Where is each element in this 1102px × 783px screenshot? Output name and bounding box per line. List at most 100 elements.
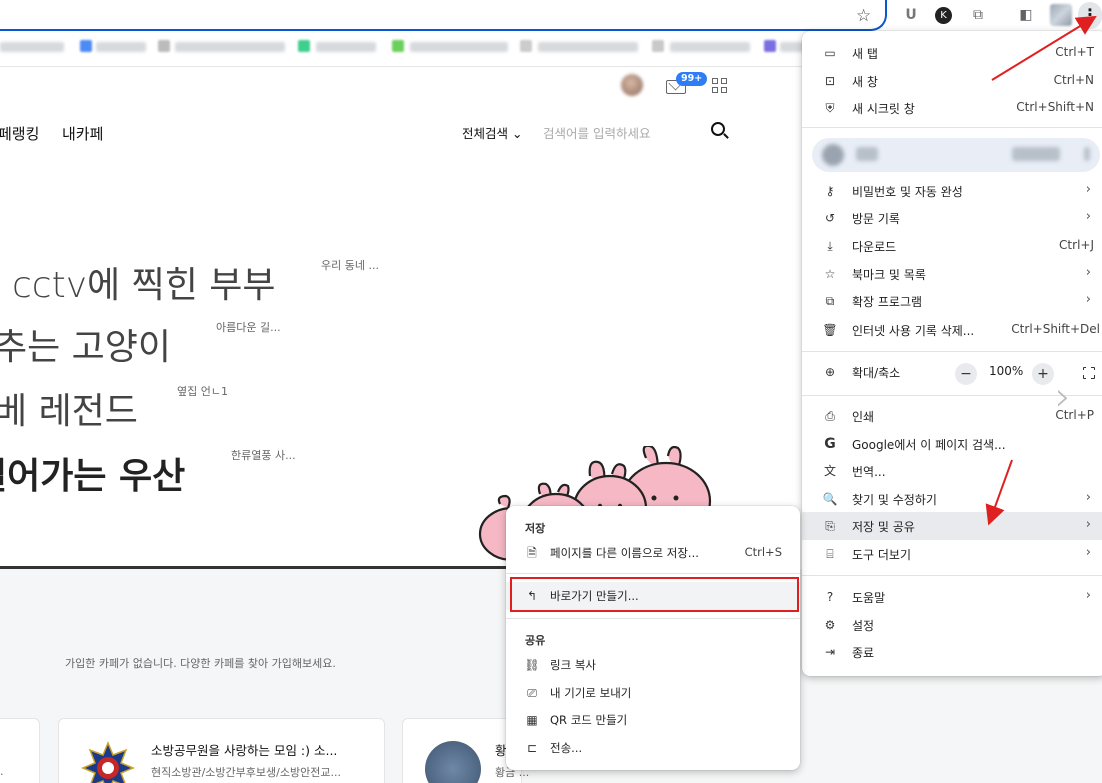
- search-scope-dropdown[interactable]: 전체검색 ⌄: [462, 123, 522, 142]
- bookmark-favicon: [520, 40, 532, 52]
- menu-item-more-tools[interactable]: ⌸ 도구 더보기 ›: [802, 540, 1102, 568]
- annotation-highlight-box: [510, 577, 799, 612]
- cafe-card[interactable]: 황 황금 ...: [402, 718, 529, 783]
- submenu-item-copy-link[interactable]: ⛓ 링크 복사: [506, 651, 800, 679]
- profile-extra-blurred: [1084, 147, 1090, 161]
- menu-item-help[interactable]: ? 도움말 ›: [802, 583, 1102, 611]
- extension-u-icon[interactable]: U: [901, 5, 921, 25]
- hero-tag-1[interactable]: 우리 동네 ...: [321, 257, 379, 273]
- menu-separator: [802, 127, 1102, 128]
- submenu-item-save-page-as[interactable]: 🗎 페이지를 다른 이름으로 저장... Ctrl+S: [506, 539, 800, 567]
- hero-title-3[interactable]: 베 레전드: [0, 382, 138, 434]
- menu-item-history[interactable]: ↺ 방문 기록 ›: [802, 204, 1102, 232]
- extensions-icon: ⧉: [825, 294, 835, 308]
- hero-title-1[interactable]: cctv에 찍힌 부부: [12, 256, 276, 308]
- bookmark-favicon: [764, 40, 776, 52]
- chevron-right-icon: ›: [1085, 490, 1091, 505]
- menu-item-bookmarks[interactable]: ☆ 북마크 및 목록 ›: [802, 260, 1102, 288]
- submenu-separator: [506, 618, 800, 619]
- cafe-card[interactable]: 소방공무원을 사랑하는 모임 :) 소... 현직소방관/소방간부후보생/소방안…: [58, 718, 385, 783]
- google-icon: G: [824, 436, 836, 452]
- devices-icon: ⎚: [527, 686, 537, 700]
- trash-icon: 🗑: [822, 323, 838, 337]
- menu-item-translate[interactable]: 文 번역...: [802, 457, 1102, 485]
- cafe-card[interactable]: ...: [0, 718, 40, 783]
- hero-title-2[interactable]: 추는 고양이: [0, 318, 171, 370]
- extensions-puzzle-icon[interactable]: ⧉: [968, 5, 988, 25]
- hero-tag-2[interactable]: 아름다운 길...: [216, 319, 281, 335]
- zoom-in-button[interactable]: +: [1032, 363, 1054, 385]
- menu-item-label: 설정: [852, 619, 875, 633]
- menu-item-shortcut: Ctrl+N: [1053, 73, 1094, 87]
- profile-email-blurred: [1012, 147, 1060, 161]
- bookmark-star-icon[interactable]: ☆: [856, 6, 871, 26]
- submenu-item-label: 링크 복사: [550, 658, 596, 672]
- hero-tag-3[interactable]: 옆집 언ㄴ1: [177, 383, 228, 399]
- hero-tag-4[interactable]: 한류열풍 사...: [231, 447, 296, 463]
- search-icon[interactable]: [711, 122, 725, 136]
- menu-item-label: 새 창: [852, 75, 878, 89]
- bookmark-favicon: [298, 40, 310, 52]
- address-bar[interactable]: [0, 0, 887, 31]
- menu-profile-row[interactable]: [812, 138, 1100, 172]
- bookmark-favicon: [652, 40, 664, 52]
- toolbar-divider: [0, 66, 810, 67]
- menu-item-find-edit[interactable]: 🔍 찾기 및 수정하기 ›: [802, 485, 1102, 513]
- bookmark-item[interactable]: [410, 42, 508, 52]
- menu-item-google-search[interactable]: G Google에서 이 페이지 검색...: [802, 430, 1102, 458]
- hero-title-4[interactable]: 걸어가는 우산: [0, 447, 185, 499]
- incognito-icon: ⛨: [825, 101, 835, 115]
- search-input[interactable]: 검색어를 입력하세요: [543, 123, 650, 142]
- profile-name-blurred: [856, 147, 878, 161]
- menu-item-label: 확장 프로그램: [852, 295, 923, 309]
- menu-item-clear-data[interactable]: 🗑 인터넷 사용 기록 삭제... Ctrl+Shift+Del: [802, 316, 1102, 344]
- bookmark-item[interactable]: [538, 42, 638, 52]
- menu-item-label: 찾기 및 수정하기: [852, 493, 937, 507]
- menu-item-new-tab[interactable]: ▭ 새 탭 Ctrl+T: [802, 39, 1102, 67]
- user-avatar[interactable]: [621, 74, 643, 96]
- nav-my-cafe[interactable]: 내카페: [62, 123, 103, 144]
- chevron-right-icon: ›: [1085, 182, 1091, 197]
- profile-avatar[interactable]: [1050, 4, 1072, 26]
- menu-item-label: 북마크 및 목록: [852, 268, 926, 282]
- submenu-separator: [506, 573, 800, 574]
- bookmark-item[interactable]: [670, 42, 750, 52]
- menu-item-shortcut: Ctrl+J: [1059, 238, 1094, 252]
- chrome-menu-button[interactable]: ⋮: [1078, 2, 1102, 29]
- zoom-out-button[interactable]: −: [955, 363, 977, 385]
- menu-item-shortcut: Ctrl+T: [1055, 45, 1094, 59]
- link-icon: ⛓: [524, 658, 540, 672]
- submenu-item-send-to-devices[interactable]: ⎚ 내 기기로 보내기: [506, 679, 800, 707]
- cast-icon: ⊏: [526, 741, 538, 755]
- zoom-icon: ⊕: [824, 365, 836, 379]
- menu-item-save-share[interactable]: ⎘ 저장 및 공유 ›: [802, 512, 1102, 540]
- menu-item-label: 비밀번호 및 자동 완성: [852, 185, 963, 199]
- menu-item-new-window[interactable]: ⊡ 새 창 Ctrl+N: [802, 67, 1102, 95]
- submenu-item-cast[interactable]: ⊏ 전송...: [506, 734, 800, 762]
- extension-k-icon[interactable]: K: [935, 7, 952, 24]
- find-icon: 🔍: [822, 492, 838, 506]
- menu-item-exit[interactable]: ⇥ 종료: [802, 638, 1102, 666]
- bookmark-item[interactable]: [175, 42, 285, 52]
- apps-grid-icon[interactable]: [712, 78, 728, 94]
- side-panel-icon[interactable]: ◧: [1016, 5, 1036, 25]
- nav-cafe-ranking[interactable]: 페랭킹: [0, 123, 39, 144]
- menu-item-label: 도구 더보기: [852, 548, 912, 562]
- key-icon: ⚷: [825, 184, 835, 198]
- menu-item-extensions[interactable]: ⧉ 확장 프로그램 ›: [802, 287, 1102, 315]
- menu-item-label: 다운로드: [852, 240, 897, 254]
- menu-item-settings[interactable]: ⚙ 설정: [802, 611, 1102, 639]
- bookmark-item[interactable]: [96, 42, 146, 52]
- menu-item-label: 종료: [852, 646, 875, 660]
- zoom-level: 100%: [989, 364, 1024, 378]
- menu-item-downloads[interactable]: ⤓ 다운로드 Ctrl+J: [802, 232, 1102, 260]
- next-chevron-icon[interactable]: ›: [1055, 377, 1071, 417]
- menu-item-label: 도움말: [852, 591, 886, 605]
- bookmark-item[interactable]: [316, 42, 376, 52]
- bookmark-item[interactable]: [0, 42, 64, 52]
- submenu-item-qr-code[interactable]: ▦ QR 코드 만들기: [506, 706, 800, 734]
- menu-item-incognito[interactable]: ⛨ 새 시크릿 창 Ctrl+Shift+N: [802, 94, 1102, 122]
- search-scope-label: 전체검색: [462, 126, 509, 141]
- fullscreen-icon[interactable]: [1082, 366, 1095, 379]
- menu-item-passwords[interactable]: ⚷ 비밀번호 및 자동 완성 ›: [802, 177, 1102, 205]
